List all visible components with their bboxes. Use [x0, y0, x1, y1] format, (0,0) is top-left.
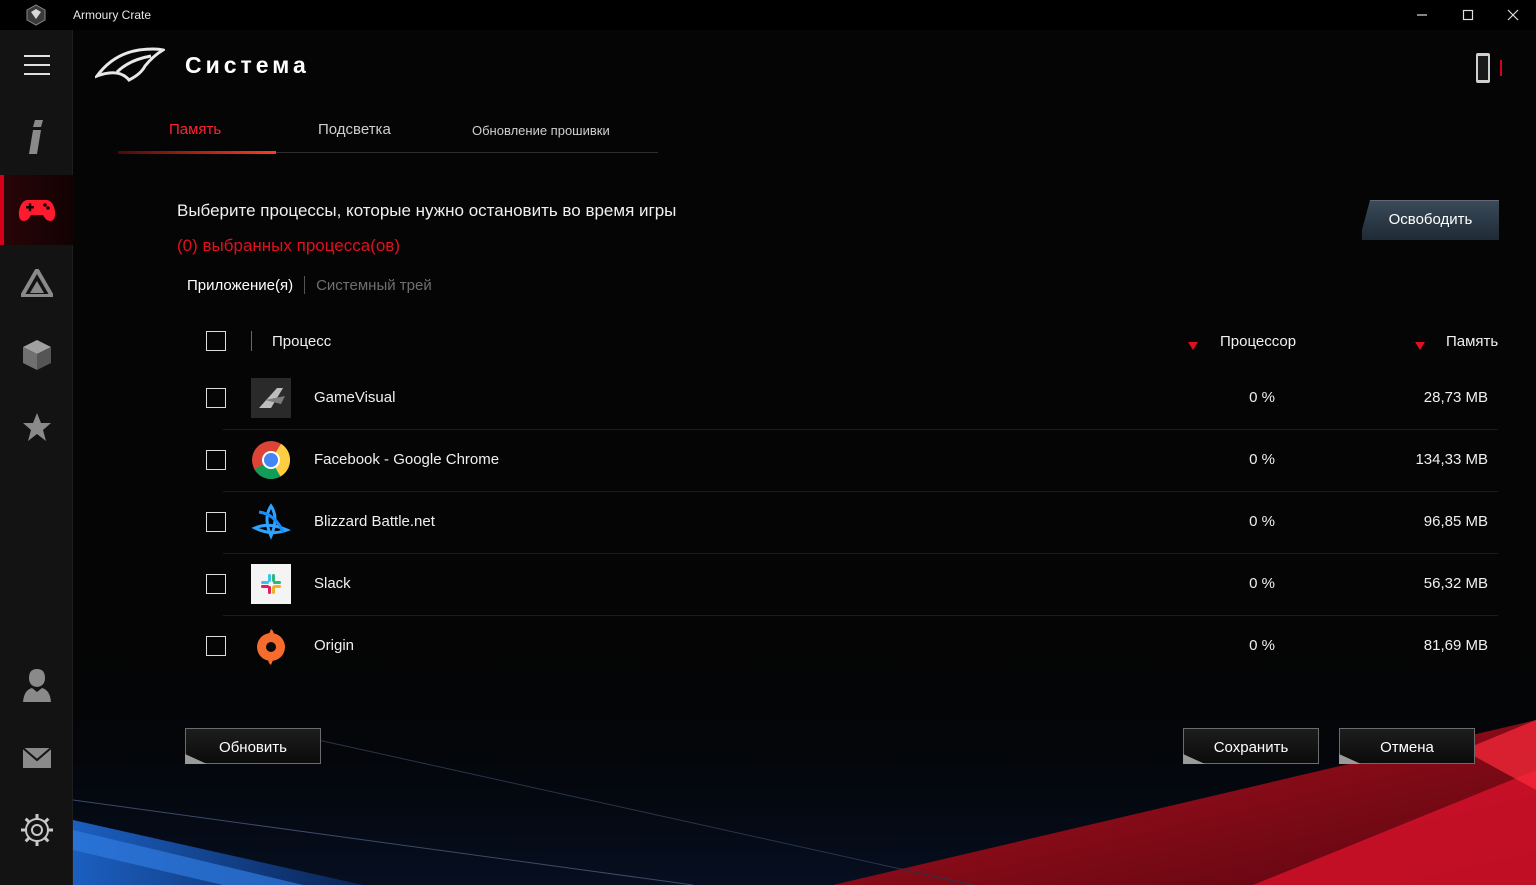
row-checkbox[interactable]: [206, 512, 226, 532]
tab-bar: Память Подсветка Обновление прошивки: [118, 115, 658, 154]
save-button-label: Сохранить: [1213, 739, 1289, 756]
row-checkbox[interactable]: [206, 388, 226, 408]
page-title: Система: [185, 52, 310, 78]
process-memory: 134,33 MB: [1415, 451, 1488, 468]
table-row[interactable]: Blizzard Battle.net 0 % 96,85 MB: [206, 492, 1498, 554]
sidebar-item-mail[interactable]: [0, 723, 73, 793]
phone-device-icon[interactable]: [1473, 52, 1507, 89]
title-bar: Armoury Crate: [0, 0, 1536, 30]
sidebar: [0, 30, 73, 885]
rog-eye-logo-icon: [24, 3, 48, 27]
table-row[interactable]: Slack 0 % 56,32 MB: [206, 554, 1498, 616]
process-cpu: 0 %: [1249, 451, 1275, 468]
sidebar-item-info[interactable]: [0, 102, 73, 172]
minimize-icon: [1417, 14, 1427, 16]
cancel-button[interactable]: Отмена: [1339, 728, 1475, 764]
row-checkbox[interactable]: [206, 574, 226, 594]
mail-icon: [21, 747, 52, 768]
cancel-button-label: Отмена: [1380, 739, 1434, 756]
column-process[interactable]: Процесс: [272, 333, 331, 350]
battlenet-icon: [251, 502, 291, 542]
instruction-text: Выберите процессы, которые нужно останов…: [177, 201, 677, 220]
star-icon: [22, 413, 51, 441]
sidebar-item-settings[interactable]: [0, 795, 73, 865]
cube-icon: [22, 340, 51, 370]
sort-arrow-memory-icon[interactable]: [1415, 342, 1425, 350]
tab-lighting[interactable]: Подсветка: [318, 121, 391, 138]
close-icon: [1507, 9, 1519, 21]
release-button[interactable]: Освободить: [1362, 200, 1499, 240]
subtab-applications[interactable]: Приложение(я): [187, 277, 293, 294]
table-row[interactable]: Facebook - Google Chrome 0 % 134,33 MB: [206, 430, 1498, 492]
process-memory: 28,73 MB: [1423, 389, 1488, 406]
select-all-checkbox[interactable]: [206, 331, 226, 351]
process-name: Slack: [314, 575, 351, 592]
table-header: Процесс Процессор Память: [193, 320, 1498, 362]
refresh-button[interactable]: Обновить: [185, 728, 321, 764]
selected-count: (0) выбранных процесса(ов): [177, 236, 400, 255]
column-memory[interactable]: Память: [1446, 333, 1498, 350]
column-divider: [251, 331, 252, 351]
process-memory: 81,69 MB: [1423, 637, 1488, 654]
app-title: Armoury Crate: [73, 8, 152, 22]
sidebar-item-cube[interactable]: [0, 320, 73, 390]
process-name: Blizzard Battle.net: [314, 513, 435, 530]
process-source-tabs: Приложение(я) Системный трей: [187, 276, 432, 294]
user-icon: [22, 669, 51, 702]
table-row[interactable]: GameVisual 0 % 28,73 MB: [206, 368, 1498, 430]
aura-triangle-icon: [20, 269, 53, 297]
process-memory: 56,32 MB: [1423, 575, 1488, 592]
row-checkbox[interactable]: [206, 636, 226, 656]
tab-firmware-update[interactable]: Обновление прошивки: [472, 123, 610, 138]
sidebar-item-featured[interactable]: [0, 392, 73, 462]
subtab-divider: [304, 276, 306, 294]
process-cpu: 0 %: [1249, 389, 1275, 406]
slack-icon: [251, 564, 291, 604]
hamburger-menu-button[interactable]: [0, 30, 73, 100]
sidebar-item-user[interactable]: [0, 650, 73, 720]
tab-memory[interactable]: Память: [169, 121, 221, 138]
process-name: Origin: [314, 637, 355, 654]
origin-icon: [251, 626, 291, 666]
subtab-system-tray[interactable]: Системный трей: [316, 277, 432, 294]
sidebar-item-aura[interactable]: [0, 248, 73, 318]
sort-arrow-cpu-icon[interactable]: [1188, 342, 1198, 350]
maximize-icon: [1462, 9, 1474, 21]
main-content: Система Память Подсветка Обновление прош…: [73, 30, 1536, 885]
process-cpu: 0 %: [1249, 637, 1275, 654]
process-name: Facebook - Google Chrome: [314, 451, 500, 468]
process-cpu: 0 %: [1249, 513, 1275, 530]
process-cpu: 0 %: [1249, 575, 1275, 592]
gamepad-icon: [18, 200, 55, 221]
info-icon: [28, 120, 43, 154]
settings-gear-icon: [20, 814, 53, 846]
hamburger-menu-icon: [23, 55, 50, 75]
row-checkbox[interactable]: [206, 450, 226, 470]
close-button[interactable]: [1490, 0, 1536, 30]
maximize-button[interactable]: [1445, 0, 1491, 30]
rog-logo: [92, 46, 167, 89]
sidebar-item-game[interactable]: [0, 175, 73, 245]
minimize-button[interactable]: [1399, 0, 1445, 30]
active-tab-indicator: [118, 151, 276, 154]
release-button-label: Освободить: [1388, 211, 1473, 228]
refresh-button-label: Обновить: [219, 739, 287, 756]
process-memory: 96,85 MB: [1423, 513, 1488, 530]
column-cpu[interactable]: Процессор: [1220, 333, 1296, 350]
process-name: GameVisual: [314, 389, 396, 406]
chrome-icon: [251, 440, 291, 480]
save-button[interactable]: Сохранить: [1183, 728, 1319, 764]
table-row[interactable]: Origin 0 % 81,69 MB: [206, 616, 1498, 678]
gamevisual-icon: [251, 378, 291, 418]
